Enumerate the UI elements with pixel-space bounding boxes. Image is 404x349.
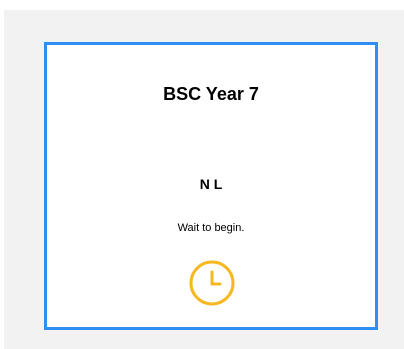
clock-icon [187,258,237,308]
user-initials: N L [199,176,223,192]
status-message: Wait to begin. [177,222,245,234]
waiting-card: BSC Year 7 N L Wait to begin. [44,42,378,330]
class-title: BSC Year 7 [163,84,259,104]
